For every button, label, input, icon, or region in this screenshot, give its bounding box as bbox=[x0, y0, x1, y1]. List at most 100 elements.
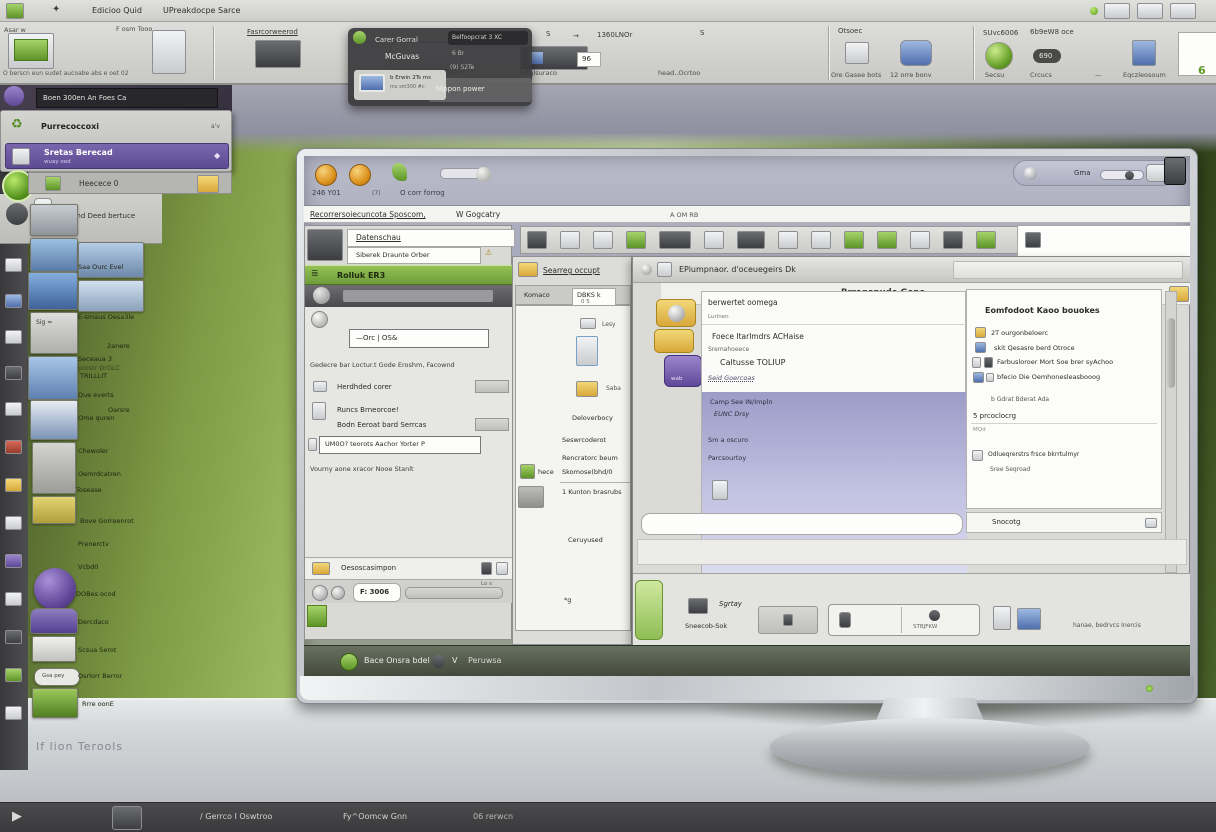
thumbnail[interactable] bbox=[32, 636, 76, 662]
list-item-label[interactable]: Tosease bbox=[76, 486, 102, 494]
dock-icon[interactable] bbox=[5, 440, 22, 454]
display-mini-icon[interactable] bbox=[1017, 608, 1041, 630]
tray-orb-icon[interactable] bbox=[1024, 167, 1037, 180]
rail-app-tile[interactable] bbox=[656, 299, 696, 327]
thumbnail[interactable] bbox=[30, 608, 78, 634]
list-item-label[interactable]: Que everts bbox=[78, 391, 114, 399]
menu-item-2[interactable]: Sretas Berecad wuay oed ◆ bbox=[5, 143, 229, 169]
win1-status-icon-2[interactable] bbox=[496, 562, 508, 575]
dock-icon[interactable] bbox=[5, 554, 22, 568]
menu-item-file[interactable]: Edicioo Quid bbox=[92, 6, 142, 15]
inner-menu-mid[interactable]: W Gogcatry bbox=[456, 210, 500, 219]
inner-taskbar-item-3[interactable]: Peruwsa bbox=[468, 656, 501, 665]
inner-toolbar-icon[interactable] bbox=[659, 231, 691, 249]
disk-icon[interactable] bbox=[580, 318, 596, 329]
thumbnail[interactable] bbox=[30, 400, 78, 440]
checkbox-icon[interactable] bbox=[975, 342, 986, 353]
inner-toolbar-icon[interactable] bbox=[943, 231, 963, 249]
dialog-segmented-control[interactable]: STBJFKW bbox=[828, 604, 980, 636]
inner-toolbar-icon[interactable] bbox=[593, 231, 613, 249]
list-item-label[interactable]: E-smaus Oesa3le bbox=[78, 313, 134, 321]
thumbnail[interactable] bbox=[78, 280, 144, 312]
popup-strip[interactable]: Nippon power bbox=[428, 78, 532, 102]
dock-icon[interactable] bbox=[5, 630, 22, 644]
inner-tray-orb[interactable] bbox=[432, 655, 445, 668]
inner-toolbar-icon[interactable] bbox=[560, 231, 580, 249]
window-button-2[interactable] bbox=[1137, 3, 1163, 19]
win1-port-orb-2[interactable] bbox=[331, 586, 345, 600]
win1-status-icon-1[interactable] bbox=[481, 562, 492, 575]
list-item-label[interactable]: 2anere bbox=[107, 342, 130, 350]
list-item-label[interactable]: Scsua Serot bbox=[78, 646, 116, 654]
inner-toolbar-icon[interactable] bbox=[626, 231, 646, 249]
popup-item-1[interactable]: Carer Gorral bbox=[375, 36, 418, 44]
pencil-tool-icon[interactable] bbox=[845, 42, 869, 64]
inner-toolbar-icon[interactable] bbox=[910, 231, 930, 249]
taskbar-item-3[interactable]: 06 rerwcn bbox=[473, 812, 513, 821]
checkbox-icon[interactable] bbox=[986, 373, 994, 382]
win1-row-1[interactable]: Herdhded corer bbox=[337, 383, 392, 391]
inner-menu-left[interactable]: Recorrersoiecuncota Sposcom, bbox=[310, 210, 426, 219]
dialog-search-box[interactable]: Snocotg bbox=[966, 512, 1162, 533]
win2-tab-1[interactable]: Komaco bbox=[524, 291, 550, 299]
popup-item-2[interactable]: McGuvas bbox=[385, 52, 419, 61]
win2-line-4[interactable]: Skomose(bhd/0 bbox=[562, 468, 613, 476]
thumbnail[interactable] bbox=[78, 242, 144, 278]
inner-toolbar-icon[interactable] bbox=[844, 231, 864, 249]
inner-toolbar-icon[interactable] bbox=[976, 231, 996, 249]
window-control-orange-2[interactable] bbox=[349, 164, 371, 186]
rail-orb-tile[interactable] bbox=[654, 329, 694, 353]
list-item-label[interactable]: Bove Gorreenrot bbox=[80, 517, 134, 525]
printer-icon[interactable] bbox=[688, 598, 708, 614]
list-item-label[interactable]: prostr DrGLC bbox=[78, 364, 120, 372]
screen-corner-button[interactable] bbox=[1164, 157, 1186, 185]
rail-web-tile[interactable]: wab bbox=[664, 355, 702, 387]
display-tool-icon[interactable] bbox=[8, 33, 54, 69]
dialog-button-1[interactable] bbox=[758, 606, 818, 634]
tray-toggle[interactable] bbox=[1100, 170, 1144, 180]
list-item-label[interactable]: Rrre oonE bbox=[82, 700, 114, 708]
inner-start-icon[interactable] bbox=[340, 653, 358, 671]
list-item-label[interactable]: Prenerctv bbox=[78, 540, 109, 548]
list-item-label[interactable]: Saa Ourc Evel bbox=[78, 263, 123, 271]
list-item-label[interactable]: Chewoler bbox=[78, 447, 108, 455]
thumbnail[interactable] bbox=[30, 204, 78, 236]
thumbnail[interactable] bbox=[32, 496, 76, 524]
dock-icon[interactable] bbox=[5, 478, 22, 492]
taskbar-item-2[interactable]: Fy^Oomcw Gnn bbox=[343, 812, 407, 821]
taskbar-item-1[interactable]: / Gerrco I Oswtroo bbox=[200, 812, 272, 821]
taskbar-start-icon[interactable]: ▶ bbox=[12, 809, 22, 824]
list-item-label[interactable]: TRILLLIT bbox=[80, 372, 107, 380]
dock-icon[interactable] bbox=[5, 592, 22, 606]
dock-icon[interactable] bbox=[5, 366, 22, 380]
folder-icon[interactable] bbox=[576, 381, 598, 397]
battery-icon[interactable] bbox=[993, 606, 1011, 630]
pane-doc-icon[interactable] bbox=[712, 480, 728, 500]
thumbnail[interactable] bbox=[30, 238, 78, 272]
scrollbar-thumb[interactable] bbox=[1167, 318, 1175, 388]
side-check-4[interactable]: bfecio Die Oemhonesleasbooog bbox=[997, 373, 1100, 381]
list-item-label[interactable]: Ome quren bbox=[78, 414, 114, 422]
menu-item-view[interactable]: UPreakdocpe Sarce bbox=[163, 6, 240, 15]
checkbox-icon[interactable] bbox=[972, 450, 983, 461]
win1-slider[interactable] bbox=[405, 587, 503, 599]
win1-input[interactable]: UM0O? teorots Aachor Yorter P bbox=[319, 436, 481, 454]
dialog-bottom-field[interactable] bbox=[641, 513, 963, 535]
win2-line-1[interactable]: Deloverbocy bbox=[572, 414, 613, 422]
list-item-label[interactable]: DOBes ocod bbox=[76, 590, 116, 598]
checkbox-icon[interactable] bbox=[972, 357, 981, 368]
list-item-label[interactable]: Seceaua 3 bbox=[78, 355, 112, 363]
big-folder-icon[interactable] bbox=[518, 486, 544, 508]
win2-line-3[interactable]: Rencratorc beum bbox=[562, 454, 618, 462]
list-item-label[interactable]: Oemrdcatren bbox=[78, 470, 121, 478]
side-check-1[interactable]: 2T ourgonbeloerc bbox=[991, 329, 1048, 337]
checkbox-icon[interactable] bbox=[984, 357, 993, 368]
list-item-label[interactable]: Oarsre bbox=[108, 406, 130, 414]
dialog-row-1[interactable]: berwertet oomega bbox=[708, 298, 778, 307]
dock-icon[interactable] bbox=[5, 330, 22, 344]
inner-toolbar-icon[interactable] bbox=[527, 231, 547, 249]
win1-tab-1[interactable]: Datenschau bbox=[347, 229, 515, 247]
dock-icon[interactable] bbox=[5, 668, 22, 682]
dock-icon[interactable] bbox=[5, 516, 22, 530]
list-item-label[interactable]: Dercdaco bbox=[78, 618, 109, 626]
